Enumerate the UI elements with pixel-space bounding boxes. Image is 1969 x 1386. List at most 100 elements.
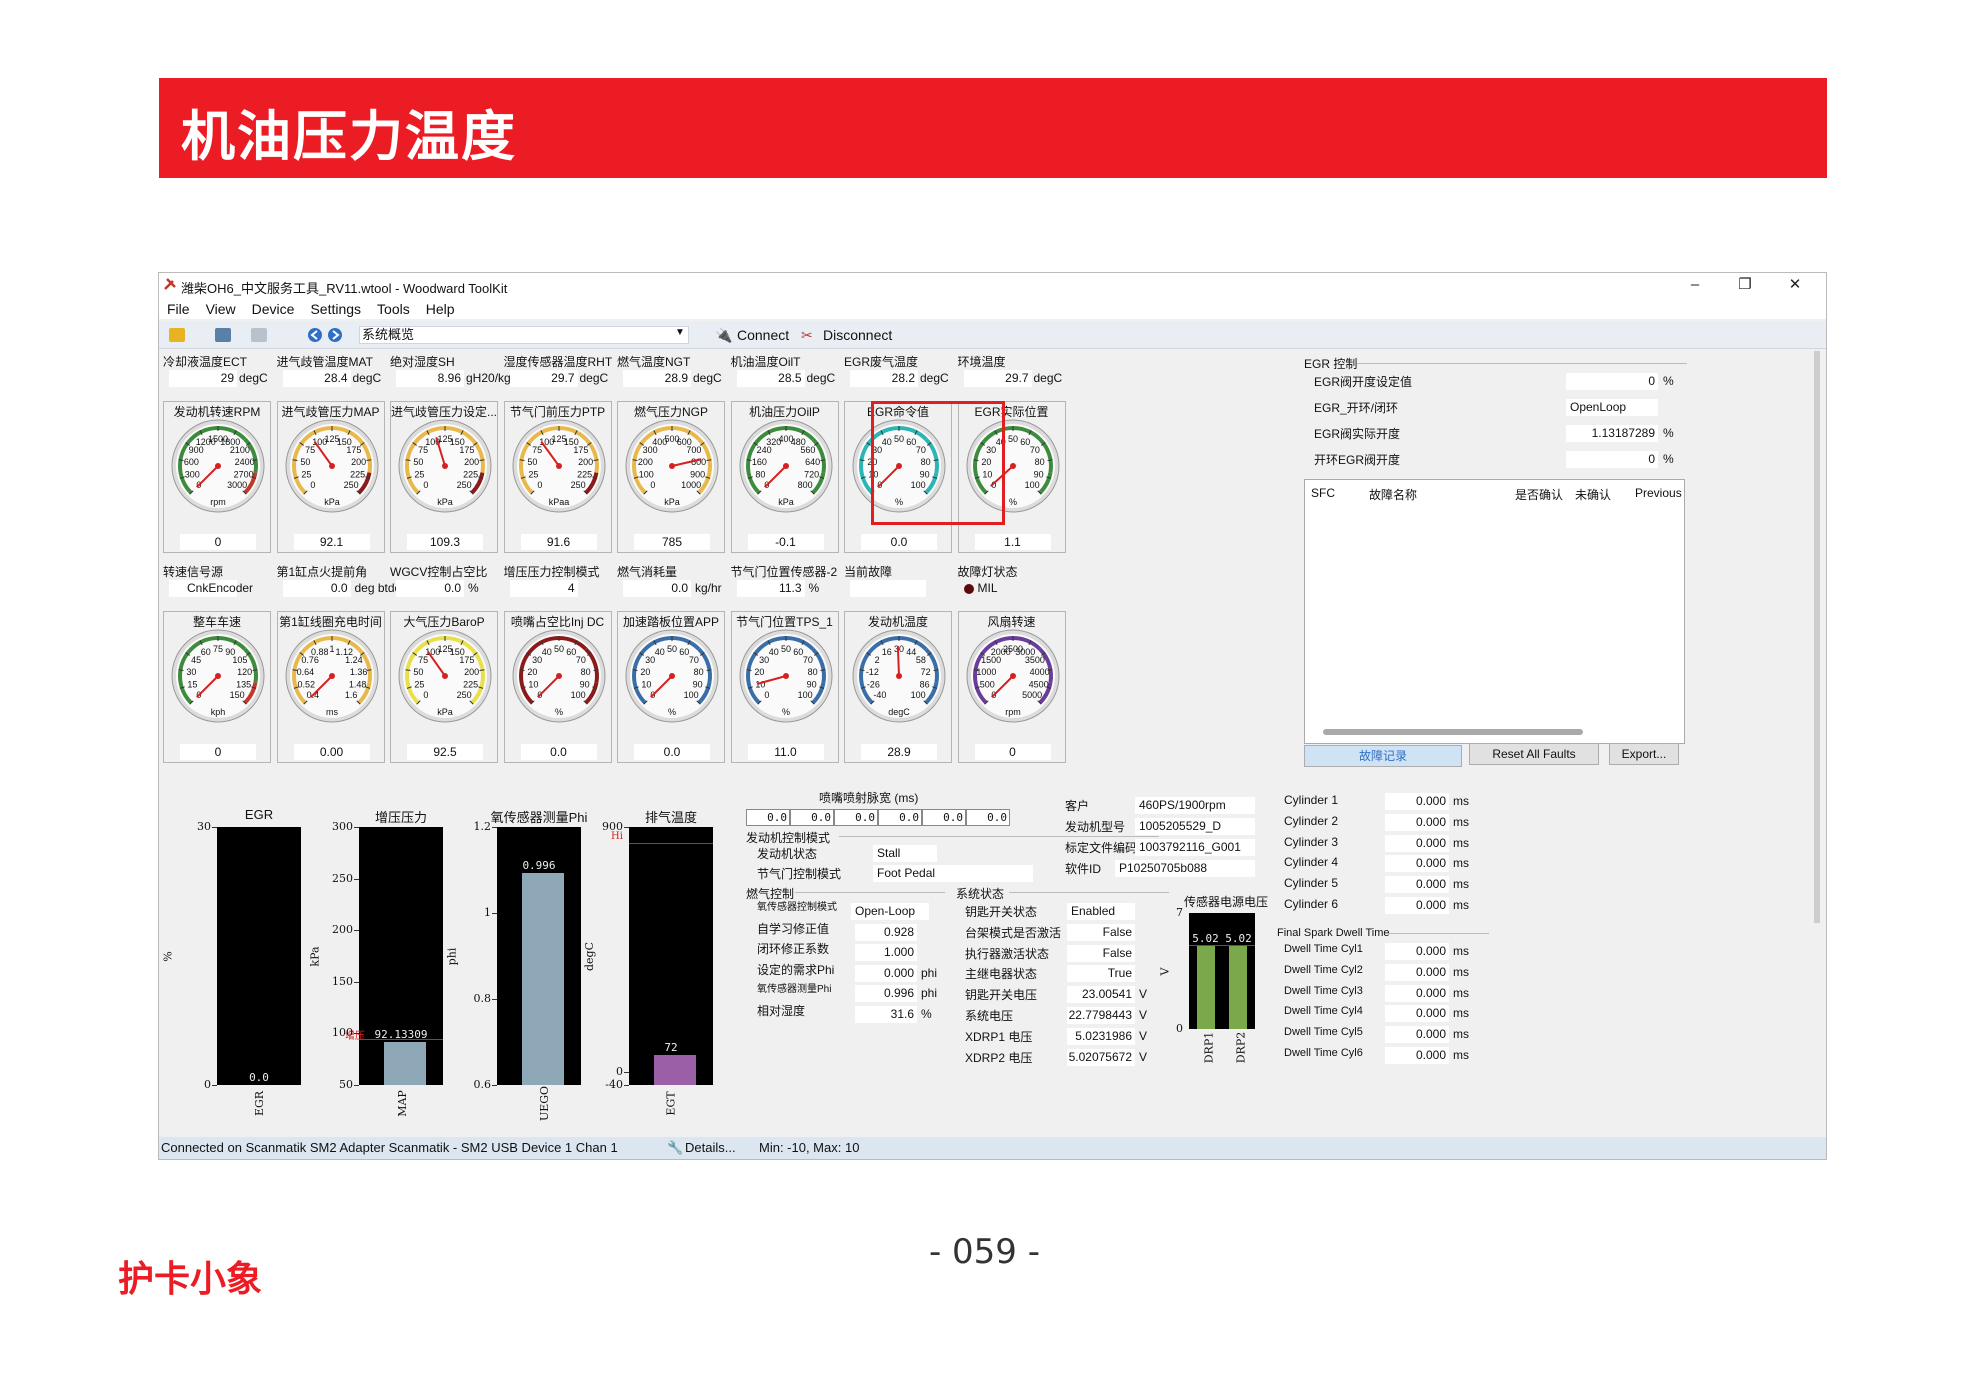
- menu-device[interactable]: Device: [244, 297, 303, 319]
- system-status-value: True: [1067, 965, 1135, 983]
- forward-arrow-icon[interactable]: [327, 327, 343, 343]
- customer-info-label: 客户: [1065, 799, 1090, 813]
- reading-value: 29.7: [509, 370, 578, 387]
- gauge-tick-label: 90: [693, 679, 703, 689]
- status-label: 第1缸点火提前角: [276, 565, 368, 579]
- cylinder-unit: ms: [1453, 856, 1469, 871]
- details-icon[interactable]: 🔧: [667, 1137, 683, 1159]
- fault-header-previous[interactable]: Previous: [1635, 486, 1682, 500]
- gauge-tick-label: 100: [911, 690, 926, 700]
- reading-unit: degC: [693, 371, 722, 385]
- bar-chart-axis-label: kPa: [308, 946, 322, 967]
- cylinder-value: 0.000: [1385, 813, 1449, 831]
- gauge: 第1缸线圈充电时间0.40.520.640.760.8811.121.241.3…: [276, 611, 385, 763]
- fault-table[interactable]: SFC 故障名称 是否确认 未确认 Previous: [1304, 479, 1685, 744]
- reading-label: 进气歧管温度MAT: [276, 355, 373, 369]
- sensor-supply-bar: [1197, 945, 1215, 1029]
- fault-header-confirmed[interactable]: 是否确认: [1515, 486, 1563, 503]
- disconnect-button[interactable]: Disconnect: [823, 327, 892, 343]
- system-status-unit: V: [1139, 1008, 1148, 1022]
- system-status-label: XDRP1 电压: [965, 1029, 1033, 1044]
- save-icon[interactable]: [251, 328, 267, 342]
- close-button[interactable]: ✕: [1772, 275, 1818, 295]
- gauge-tick-label: 175: [573, 445, 588, 455]
- gauge-unit: kPa: [437, 707, 453, 717]
- gauge: 发动机温度-40-26-122163044587286100degC28.9: [844, 611, 952, 763]
- back-arrow-icon[interactable]: [307, 327, 323, 343]
- connect-icon[interactable]: 🔌: [715, 327, 732, 344]
- fuel-control-value: 0.996: [855, 985, 917, 1002]
- status-unit: %: [468, 581, 479, 595]
- gauge: 进气歧管压力MAP 0 25 50 75 100 125 150 175 200 225 250 kPa…: [276, 401, 385, 553]
- dwell-label: Dwell Time Cyl1: [1284, 943, 1363, 955]
- minimize-button[interactable]: –: [1672, 275, 1718, 295]
- gauge-dial: -40-26-122163044587286100degC: [852, 629, 946, 723]
- gauge-value: 91.6: [520, 534, 597, 550]
- status-label: 增压压力控制模式: [503, 565, 600, 579]
- open-folder-icon[interactable]: [169, 328, 185, 342]
- cylinder-label: Cylinder 3: [1284, 834, 1339, 849]
- gauge-tick-label: 50: [527, 457, 537, 467]
- menu-settings[interactable]: Settings: [302, 297, 369, 319]
- gauge-tick-label: 40: [655, 647, 665, 657]
- gauge-tick-label: 900: [690, 469, 705, 479]
- chevron-down-icon[interactable]: ▼: [675, 327, 685, 338]
- bar-chart-tick: 50: [339, 1078, 353, 1091]
- fault-table-scrollbar[interactable]: [1323, 729, 1583, 735]
- customer-info-value: 1005205529_D: [1135, 818, 1255, 835]
- details-link[interactable]: Details...: [685, 1137, 736, 1159]
- gauge-hub: [328, 463, 335, 469]
- fault-log-tab[interactable]: 故障记录: [1304, 745, 1462, 767]
- menu-tools[interactable]: Tools: [369, 297, 418, 319]
- gauge-tick-label: 60: [566, 647, 576, 657]
- menu-view[interactable]: View: [198, 297, 244, 319]
- cylinder-label: Cylinder 6: [1284, 897, 1339, 911]
- dwell-label: Dwell Time Cyl2: [1284, 963, 1363, 976]
- gauge-tick-label: 50: [300, 457, 310, 467]
- gauge-tick-label: 70: [575, 655, 585, 665]
- reading-label: 湿度传感器温度RHT: [503, 355, 613, 369]
- reading-unit: degC: [239, 371, 268, 385]
- gauge-tick-label: 80: [694, 667, 704, 677]
- gauge-tick-label: 30: [186, 667, 196, 677]
- maximize-button[interactable]: ❐: [1722, 275, 1768, 295]
- vertical-scrollbar[interactable]: [1814, 351, 1820, 923]
- fault-header-unconfirmed[interactable]: 未确认: [1575, 486, 1611, 503]
- gauge: 喷嘴占空比Inj DC0102030405060708090100%0.0: [503, 611, 612, 763]
- gauge-unit: kPa: [324, 497, 340, 507]
- gauge-tick-label: 70: [1029, 445, 1039, 455]
- fuel-control-label: 闭环修正系数: [757, 942, 830, 956]
- bar-chart-tick-mark: [624, 827, 629, 828]
- tools-icon[interactable]: [215, 328, 231, 342]
- gauge: 大气压力BaroP 0 25 50 75 100 125 150 175 200 225 250 kPa…: [390, 611, 498, 763]
- gauge-unit: %: [781, 707, 789, 717]
- gauge-tick-label: 225: [350, 469, 365, 479]
- gauge-tick-label: 200: [578, 457, 593, 467]
- gauge: 加速踏板位置APP0102030405060708090100%0.0: [617, 611, 725, 763]
- menu-help[interactable]: Help: [418, 297, 463, 319]
- fault-header-sfc[interactable]: SFC: [1311, 486, 1335, 500]
- gauge-tick-label: 160: [751, 457, 766, 467]
- cylinder-value: 0.000: [1385, 897, 1449, 914]
- reading-unit: degC: [920, 371, 949, 385]
- engine-mode-value: Foot Pedal: [873, 865, 1033, 882]
- bar-chart-axis-label: phi: [445, 947, 459, 966]
- reading-value: 28.2: [850, 370, 918, 387]
- menu-file[interactable]: File: [159, 297, 198, 319]
- cylinder-unit: ms: [1453, 814, 1469, 829]
- connection-status: Connected on Scanmatik SM2 Adapter Scanm…: [161, 1140, 618, 1155]
- export-button[interactable]: Export...: [1609, 743, 1679, 765]
- connect-button[interactable]: Connect: [737, 327, 789, 343]
- gauge-value: 28.9: [861, 744, 937, 760]
- bar-chart-tick-mark: [492, 999, 497, 1001]
- page-select[interactable]: 系统概览: [359, 326, 689, 344]
- disconnect-icon[interactable]: ✂: [801, 327, 813, 344]
- fuel-control-label: 氧传感器测量Phi: [757, 984, 832, 995]
- reset-all-faults-button[interactable]: Reset All Faults: [1469, 743, 1599, 765]
- reading-unit: degC: [579, 371, 609, 385]
- gauge-hub: [555, 463, 562, 469]
- fault-header-name[interactable]: 故障名称: [1369, 486, 1417, 503]
- status-value: 11.3: [736, 580, 805, 597]
- customer-info-value: P10250705b088: [1115, 860, 1255, 877]
- gauge-dial: 0102030405060708090100%: [512, 629, 605, 723]
